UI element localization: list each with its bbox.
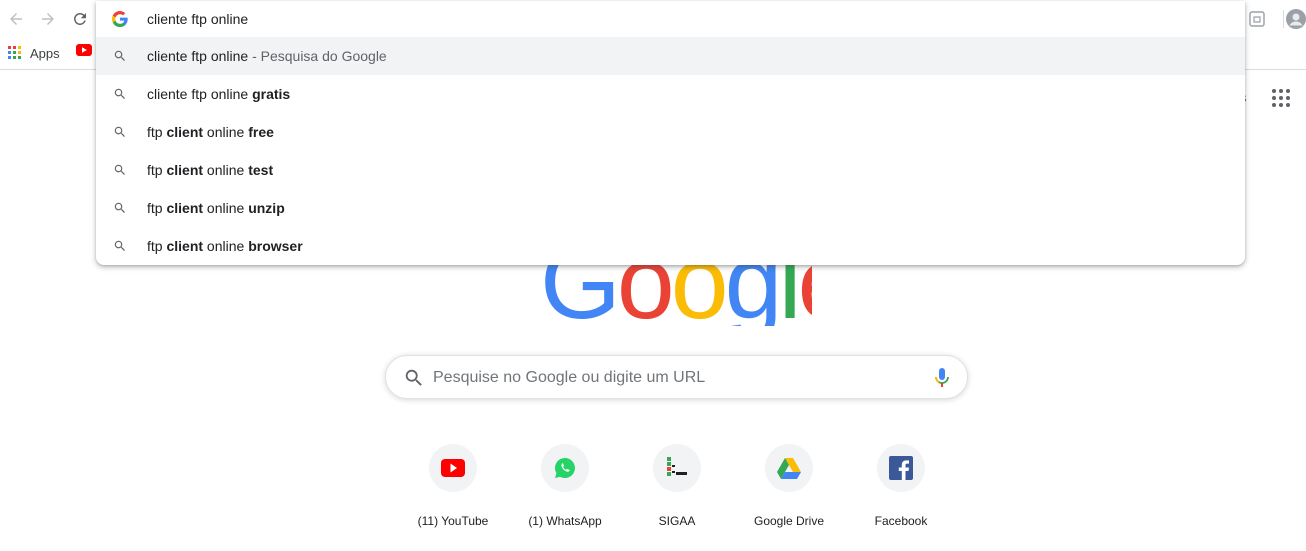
suggestion-part-bold: unzip <box>248 200 285 216</box>
forward-button[interactable] <box>37 8 59 30</box>
suggestion-part: online <box>203 124 249 140</box>
sigaa-icon <box>667 457 687 476</box>
profile-avatar-icon[interactable] <box>1286 9 1306 29</box>
shortcut-label: Facebook <box>874 514 928 528</box>
youtube-bookmark-icon[interactable] <box>76 44 92 56</box>
arrow-right-icon <box>42 13 54 25</box>
omnibox-dropdown: cliente ftp online cliente ftp online - … <box>96 1 1245 265</box>
suggestion-part: ftp <box>147 124 167 140</box>
arrow-left-icon <box>10 13 22 25</box>
shortcut-icon-wrap <box>541 444 589 492</box>
shortcut-sigaa[interactable]: SIGAA <box>621 444 733 544</box>
suggestion-part-bold: client <box>166 124 204 140</box>
suggestion-item[interactable]: ftp client online free <box>96 113 1245 151</box>
search-icon <box>114 88 125 99</box>
suggestion-part-bold: browser <box>248 238 303 254</box>
search-icon <box>114 240 125 251</box>
search-icon <box>114 126 125 137</box>
suggestion-item[interactable]: ftp client online test <box>96 151 1245 189</box>
suggestion-item[interactable]: cliente ftp online gratis <box>96 75 1245 113</box>
suggestion-part: cliente ftp online <box>147 86 253 102</box>
shortcut-whatsapp[interactable]: (1) WhatsApp <box>509 444 621 544</box>
apps-label: Apps <box>30 45 60 61</box>
shortcut-icon-wrap <box>429 444 477 492</box>
suggestion-part: online <box>203 200 249 216</box>
suggestion-text: ftp client online browser <box>147 238 303 254</box>
search-placeholder: Pesquise no Google ou digite um URL <box>433 369 706 386</box>
shortcut-icon-wrap <box>653 444 701 492</box>
google-apps-icon[interactable] <box>1272 89 1290 107</box>
search-icon <box>114 164 125 175</box>
suggestion-part: ftp <box>147 162 167 178</box>
suggestion-part: online <box>203 238 249 254</box>
shortcut-label: (1) WhatsApp <box>528 514 602 528</box>
suggestion-part: online <box>203 162 249 178</box>
suggestion-text: ftp client online test <box>147 162 273 178</box>
suggestion-item[interactable]: cliente ftp online - Pesquisa do Google <box>96 37 1245 75</box>
shortcut-icon-wrap <box>765 444 813 492</box>
reload-icon <box>74 12 86 25</box>
suggestion-suffix: - Pesquisa do Google <box>248 48 387 64</box>
search-box[interactable]: Pesquise no Google ou digite um URL <box>385 355 968 399</box>
shortcut-icon-wrap <box>877 444 925 492</box>
shortcut-youtube[interactable]: (11) YouTube <box>397 444 509 544</box>
shortcut-label: Google Drive <box>753 514 825 528</box>
suggestion-text: ftp client online unzip <box>147 200 285 216</box>
facebook-icon <box>889 456 913 480</box>
shortcut-label: (11) YouTube <box>417 514 489 528</box>
youtube-icon <box>441 459 465 477</box>
suggestion-text: cliente ftp online gratis <box>147 86 290 102</box>
suggestion-part-bold: free <box>248 124 274 140</box>
search-icon <box>114 50 125 61</box>
google-g-icon <box>112 11 128 27</box>
extension-icon[interactable] <box>1248 10 1266 28</box>
suggestion-item[interactable]: ftp client online unzip <box>96 189 1245 227</box>
toolbar-divider <box>1283 10 1284 28</box>
whatsapp-icon <box>555 458 575 478</box>
suggestion-part-bold: client <box>166 162 204 178</box>
reload-button[interactable] <box>69 8 91 30</box>
shortcut-label: SIGAA <box>658 514 696 528</box>
suggestion-part-bold: test <box>248 162 274 178</box>
suggestion-text: ftp client online free <box>147 124 274 140</box>
search-icon <box>114 202 125 213</box>
suggestion-part: ftp <box>147 200 167 216</box>
search-icon <box>405 369 422 386</box>
suggestion-part: cliente ftp online <box>147 48 249 64</box>
suggestion-part: ftp <box>147 238 167 254</box>
back-button[interactable] <box>5 8 27 30</box>
shortcut-google-drive[interactable]: Google Drive <box>733 444 845 544</box>
address-bar[interactable]: cliente ftp online <box>96 1 1245 37</box>
apps-bookmark[interactable]: Apps <box>8 43 60 63</box>
google-drive-icon <box>777 457 801 479</box>
apps-grid-icon <box>8 46 21 59</box>
suggestion-item[interactable]: ftp client online browser <box>96 227 1245 265</box>
suggestion-part-bold: client <box>166 238 204 254</box>
address-bar-input[interactable]: cliente ftp online <box>147 11 248 27</box>
suggestion-text: cliente ftp online - Pesquisa do Google <box>147 48 387 64</box>
suggestion-part-bold: client <box>166 200 204 216</box>
shortcut-facebook[interactable]: Facebook <box>845 444 957 544</box>
suggestion-part-bold: gratis <box>252 86 291 102</box>
microphone-icon[interactable] <box>932 367 952 389</box>
